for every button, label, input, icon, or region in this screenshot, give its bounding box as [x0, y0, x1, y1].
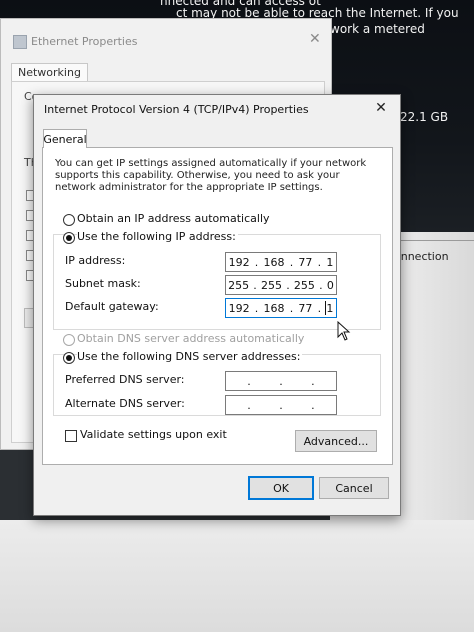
- subnet-mask-field[interactable]: 255. 255. 255. 0: [225, 275, 337, 295]
- ip-address-label: IP address:: [65, 254, 126, 267]
- preferred-dns-label: Preferred DNS server:: [65, 373, 185, 386]
- mask-octet: 0: [326, 278, 334, 292]
- gateway-octet: 192: [228, 301, 250, 315]
- preferred-dns-field[interactable]: . . .: [225, 371, 337, 391]
- bg-status-line-3: work a metered: [330, 22, 425, 36]
- ok-button[interactable]: OK: [248, 476, 314, 500]
- bg-storage-size: 22.1 GB: [400, 110, 449, 124]
- validate-settings-label[interactable]: Validate settings upon exit: [80, 428, 227, 441]
- ipv4-properties-dialog: Internet Protocol Version 4 (TCP/IPv4) P…: [33, 94, 401, 516]
- use-following-dns-label[interactable]: Use the following DNS server addresses:: [77, 350, 303, 363]
- pointer-icon: [337, 321, 351, 341]
- obtain-dns-auto-label[interactable]: Obtain DNS server address automatically: [77, 332, 304, 345]
- gateway-octet: 168: [263, 301, 285, 315]
- bg-connection-text: onnection: [394, 250, 449, 263]
- ip-settings-description: You can get IP settings assigned automat…: [55, 158, 367, 193]
- bg-divider: [398, 240, 474, 241]
- network-adapter-icon: [13, 35, 27, 49]
- ip-octet: 1: [326, 255, 334, 269]
- gateway-octet: 77: [298, 301, 313, 315]
- bg-bottom-area: [0, 520, 474, 632]
- tab-networking[interactable]: Networking: [11, 63, 88, 81]
- alternate-dns-label: Alternate DNS server:: [65, 397, 185, 410]
- text-caret: [325, 301, 326, 315]
- ip-octet: 77: [298, 255, 313, 269]
- ip-address-field[interactable]: 192. 168. 77. 1: [225, 252, 337, 272]
- obtain-dns-auto-radio[interactable]: [63, 334, 75, 346]
- alternate-dns-field[interactable]: . . .: [225, 395, 337, 415]
- close-icon[interactable]: ✕: [371, 98, 391, 118]
- default-gateway-field[interactable]: 192. 168. 77. 1: [225, 298, 337, 318]
- obtain-ip-auto-radio[interactable]: [63, 214, 75, 226]
- default-gateway-label: Default gateway:: [65, 300, 159, 313]
- use-following-ip-label[interactable]: Use the following IP address:: [77, 230, 238, 243]
- dialog-title: Internet Protocol Version 4 (TCP/IPv4) P…: [44, 103, 309, 116]
- subnet-mask-label: Subnet mask:: [65, 277, 141, 290]
- ethernet-window-title: Ethernet Properties: [31, 35, 138, 48]
- cancel-button[interactable]: Cancel: [319, 477, 389, 499]
- ip-octet: 192: [228, 255, 250, 269]
- use-following-ip-radio[interactable]: [63, 232, 75, 244]
- mask-octet: 255: [261, 278, 282, 292]
- gateway-octet: 1: [326, 301, 334, 315]
- close-icon[interactable]: ✕: [309, 31, 321, 47]
- obtain-ip-auto-label[interactable]: Obtain an IP address automatically: [77, 212, 270, 225]
- general-tab-panel: You can get IP settings assigned automat…: [42, 147, 393, 465]
- mask-octet: 255: [228, 278, 250, 292]
- use-following-dns-radio[interactable]: [63, 352, 75, 364]
- advanced-button[interactable]: Advanced...: [295, 430, 377, 452]
- tab-general[interactable]: General: [43, 129, 87, 148]
- mask-octet: 255: [293, 278, 315, 292]
- validate-settings-checkbox[interactable]: [65, 430, 77, 442]
- ip-octet: 168: [263, 255, 285, 269]
